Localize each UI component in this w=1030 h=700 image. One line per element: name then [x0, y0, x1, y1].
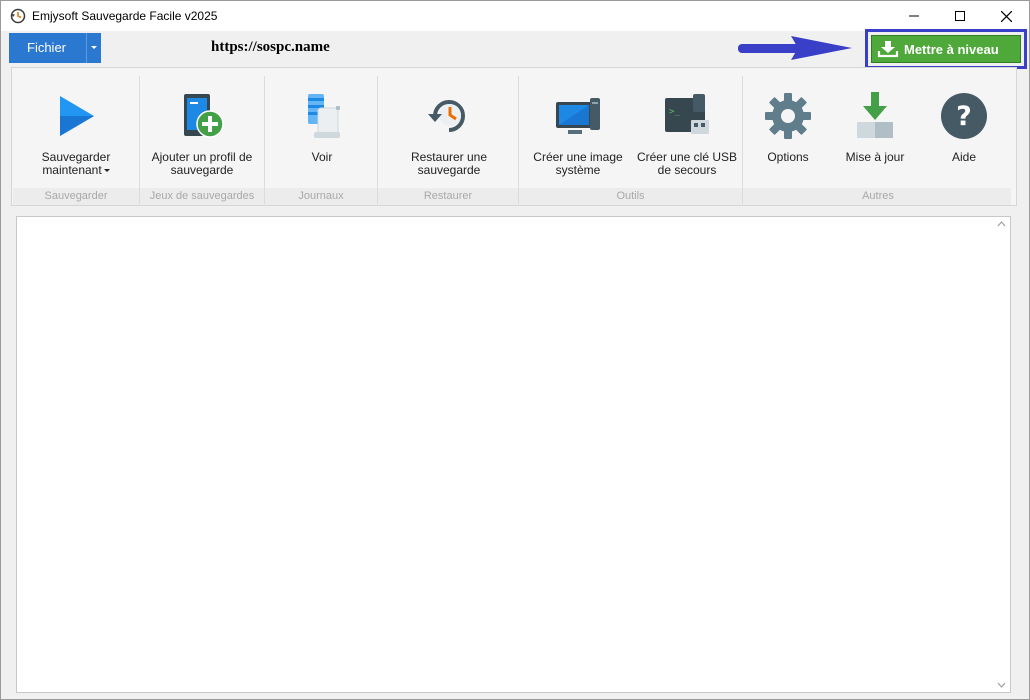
ribbon-view-logs-button[interactable]: Voir [274, 88, 370, 183]
help-icon: ? [941, 93, 987, 139]
ribbon-update-label: Mise à jour [845, 150, 905, 164]
gear-icon [765, 93, 811, 139]
group-label-sauvegarder: Sauvegarder [44, 190, 108, 202]
ribbon-help-label: Aide [951, 150, 977, 164]
ribbon-usb-rescue-label: Créer une clé USB de secours [636, 150, 738, 177]
ribbon-add-profile-button[interactable]: Ajouter un profil de sauvegarde [142, 88, 262, 183]
app-logo-icon [10, 8, 26, 24]
ribbon-separator [139, 76, 140, 204]
download-update-icon [857, 92, 893, 138]
ribbon-update-button[interactable]: Mise à jour [830, 88, 920, 183]
ribbon-system-image-button[interactable]: Créer une image système [526, 88, 630, 183]
group-label-journaux: Journaux [298, 190, 344, 202]
close-icon [1000, 10, 1012, 22]
journal-icon [308, 94, 340, 138]
group-label-restaurer: Restaurer [423, 190, 473, 202]
upgrade-highlight-frame: Mettre à niveau [865, 29, 1027, 69]
group-label-jeux: Jeux de sauvegardes [149, 190, 255, 202]
usb-terminal-icon: >_ [665, 94, 709, 134]
ribbon-backup-now-label: Sauvegarder maintenant [41, 150, 111, 177]
download-icon [877, 41, 899, 58]
fichier-menu-button[interactable]: Fichier [9, 33, 101, 63]
upgrade-label: Mettre à niveau [904, 42, 999, 57]
maximize-icon [955, 11, 965, 21]
chevron-down-icon[interactable] [103, 169, 110, 173]
pointer-arrow-icon [738, 36, 852, 60]
svg-text:?: ? [956, 101, 972, 132]
ribbon-options-label: Options [767, 150, 809, 164]
group-label-outils: Outils [616, 190, 645, 202]
main-content-panel [16, 216, 1011, 693]
scroll-up-icon[interactable] [997, 221, 1006, 227]
maximize-button[interactable] [937, 1, 983, 31]
ribbon-toolbar: Sauvegarder maintenant Ajouter un profil… [11, 67, 1017, 206]
ribbon-options-button[interactable]: Options [748, 88, 828, 183]
upgrade-button[interactable]: Mettre à niveau [871, 35, 1021, 63]
play-icon [60, 96, 94, 136]
group-label-autres: Autres [862, 190, 894, 202]
ribbon-separator [264, 76, 265, 204]
svg-text:>_: >_ [669, 107, 680, 117]
fichier-dropdown-arrow[interactable] [86, 33, 101, 63]
menu-bar: Fichier https://sospc.name Mettre à nive… [1, 29, 1029, 69]
monitor-icon [556, 98, 600, 134]
fichier-label: Fichier [27, 40, 67, 55]
ribbon-backup-now-button[interactable]: Sauvegarder maintenant [16, 88, 136, 183]
ribbon-view-logs-label: Voir [311, 150, 333, 164]
vertical-scrollbar[interactable] [993, 217, 1010, 692]
ribbon-add-profile-label: Ajouter un profil de sauvegarde [151, 150, 253, 177]
add-profile-icon [184, 94, 224, 138]
ribbon-restore-label: Restaurer une sauvegarde [410, 150, 488, 177]
url-watermark: https://sospc.name [211, 39, 330, 55]
scroll-down-icon[interactable] [997, 682, 1006, 688]
ribbon-separator [518, 76, 519, 204]
minimize-icon [909, 15, 919, 17]
title-bar: Emjysoft Sauvegarde Facile v2025 [1, 1, 1029, 31]
ribbon-separator [377, 76, 378, 204]
ribbon-system-image-label: Créer une image système [533, 150, 623, 177]
close-button[interactable] [983, 1, 1029, 31]
minimize-button[interactable] [891, 1, 937, 31]
ribbon-usb-rescue-button[interactable]: >_ Créer une clé USB de secours [634, 88, 740, 183]
app-window: Emjysoft Sauvegarde Facile v2025 Fichier… [0, 0, 1030, 700]
window-title: Emjysoft Sauvegarde Facile v2025 [32, 9, 218, 23]
restore-clock-icon [428, 100, 465, 132]
ribbon-restore-button[interactable]: Restaurer une sauvegarde [388, 88, 510, 183]
ribbon-help-button[interactable]: ? Aide [922, 88, 1006, 183]
ribbon-separator [742, 76, 743, 204]
